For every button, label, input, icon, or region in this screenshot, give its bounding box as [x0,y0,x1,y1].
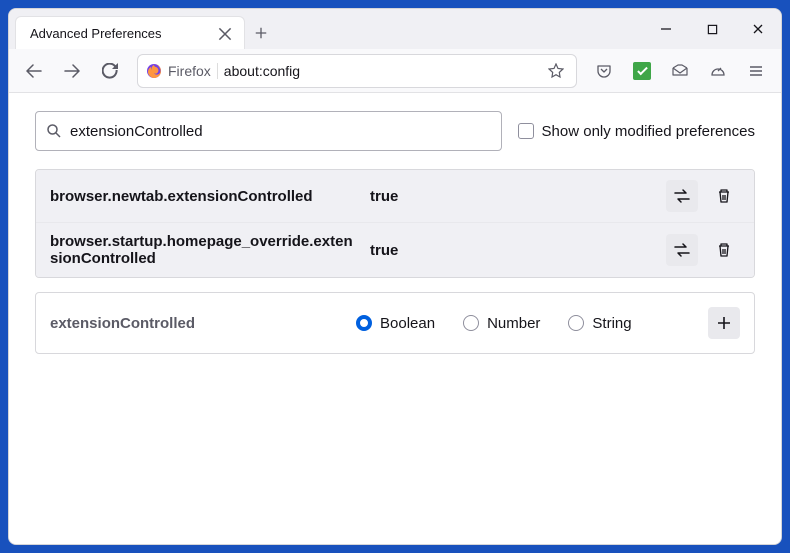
delete-button[interactable] [708,180,740,212]
forward-button[interactable] [55,54,89,88]
app-menu-button[interactable] [739,54,773,88]
url-bar[interactable]: Firefox about:config [137,54,577,88]
radio-icon [356,315,372,331]
radio-icon [568,315,584,331]
add-preference-row: extensionControlled Boolean Number Strin… [35,292,755,354]
delete-button[interactable] [708,234,740,266]
preference-row[interactable]: browser.startup.homepage_override.extens… [36,222,754,277]
active-tab[interactable]: Advanced Preferences [15,16,245,50]
back-button[interactable] [17,54,51,88]
preference-value: true [370,188,656,205]
radio-icon [463,315,479,331]
about-config-content: Show only modified preferences browser.n… [9,93,781,544]
inbox-icon[interactable] [663,54,697,88]
url-text: about:config [224,63,538,79]
add-button[interactable] [708,307,740,339]
extension-icon[interactable] [625,54,659,88]
radio-label: Boolean [380,315,435,332]
new-preference-name: extensionControlled [50,315,330,332]
radio-label: String [592,315,631,332]
preference-name: browser.startup.homepage_override.extens… [50,233,360,267]
browser-window: Advanced Preferences [8,8,782,545]
site-identity[interactable]: Firefox [146,63,218,79]
config-search-box[interactable] [35,111,502,151]
close-tab-icon[interactable] [216,25,234,43]
new-tab-button[interactable] [245,17,277,49]
nav-toolbar: Firefox about:config [9,49,781,93]
radio-string[interactable]: String [568,315,631,332]
preference-row[interactable]: browser.newtab.extensionControlled true [36,170,754,222]
preference-value: true [370,242,656,259]
show-modified-checkbox[interactable]: Show only modified preferences [518,123,755,140]
search-icon [46,123,62,139]
radio-label: Number [487,315,540,332]
reload-button[interactable] [93,54,127,88]
radio-boolean[interactable]: Boolean [356,315,435,332]
preference-list: browser.newtab.extensionControlled true … [35,169,755,278]
checkbox-label: Show only modified preferences [542,123,755,140]
bookmark-star-icon[interactable] [544,59,568,83]
titlebar: Advanced Preferences [9,9,781,49]
identity-label: Firefox [168,63,211,79]
close-window-button[interactable] [735,9,781,49]
maximize-button[interactable] [689,9,735,49]
config-search-input[interactable] [70,123,491,140]
dashboard-icon[interactable] [701,54,735,88]
toggle-button[interactable] [666,180,698,212]
tab-title: Advanced Preferences [30,26,216,41]
toggle-button[interactable] [666,234,698,266]
pocket-icon[interactable] [587,54,621,88]
radio-number[interactable]: Number [463,315,540,332]
window-controls [643,9,781,49]
firefox-icon [146,63,162,79]
preference-name: browser.newtab.extensionControlled [50,188,360,205]
type-radio-group: Boolean Number String [356,315,682,332]
checkbox-icon [518,123,534,139]
minimize-button[interactable] [643,9,689,49]
search-row: Show only modified preferences [35,111,755,151]
